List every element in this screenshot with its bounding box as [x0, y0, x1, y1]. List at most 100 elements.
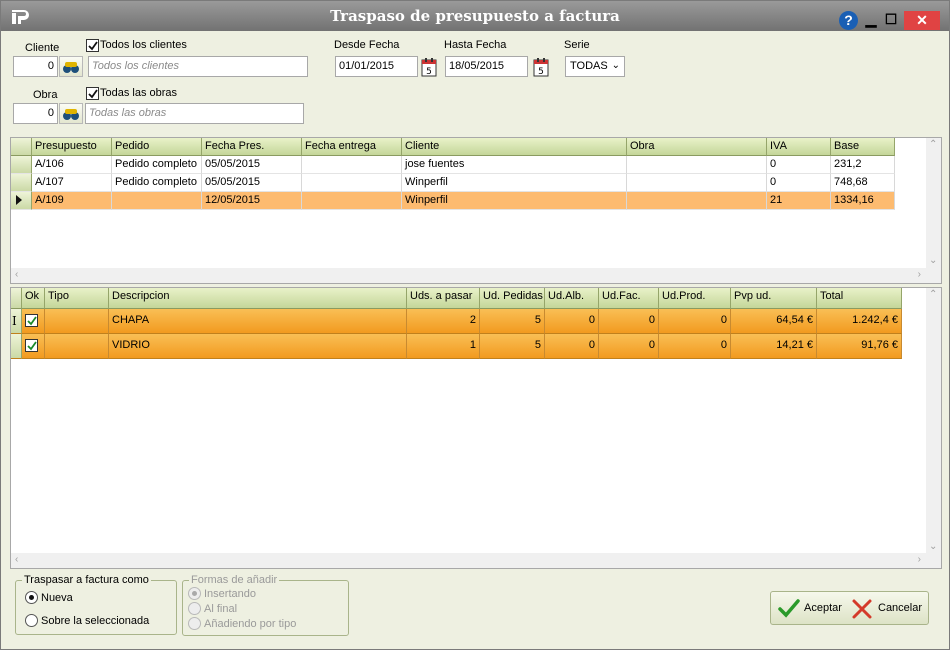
cell-presupuesto[interactable]: A/107 [32, 174, 112, 192]
help-icon[interactable]: ? [839, 11, 858, 30]
row-indicator[interactable]: I [11, 309, 22, 334]
cell-ud-prod[interactable]: 0 [659, 334, 731, 359]
cell-obra[interactable] [627, 156, 767, 174]
cell-fecha-pres[interactable]: 12/05/2015 [202, 192, 302, 210]
row-indicator[interactable] [11, 156, 32, 174]
col-header-base[interactable]: Base [831, 138, 895, 156]
cliente-name-input[interactable]: Todos los clientes [88, 56, 308, 77]
por-tipo-radio[interactable] [188, 617, 201, 630]
cell-tipo[interactable] [45, 309, 109, 334]
budgets-vertical-scrollbar[interactable]: ⌃ ⌄ [926, 138, 941, 268]
al-final-radio[interactable] [188, 602, 201, 615]
cancelar-button[interactable]: Cancelar [851, 597, 926, 621]
table-row[interactable]: I CHAPA 2 5 0 0 0 64,54 € 1.242,4 € [11, 309, 902, 334]
scroll-up-icon[interactable]: ⌃ [929, 289, 937, 300]
cell-ud-fac[interactable]: 0 [599, 334, 659, 359]
cliente-code-input[interactable]: 0 [13, 56, 58, 77]
cell-fecha-entrega[interactable] [302, 192, 402, 210]
cell-iva[interactable]: 0 [767, 174, 831, 192]
sobre-seleccionada-radio[interactable] [25, 614, 38, 627]
col-header-tipo[interactable]: Tipo [45, 288, 109, 309]
col-header-iva[interactable]: IVA [767, 138, 831, 156]
table-row[interactable]: A/107 Pedido completo 05/05/2015 Winperf… [11, 174, 895, 192]
maximize-icon[interactable]: ☐ [881, 10, 901, 28]
lines-grid[interactable]: Ok Tipo Descripcion Uds. a pasar Ud. Ped… [10, 287, 942, 569]
calendar-icon[interactable]: 5 [421, 57, 437, 77]
search-cliente-button[interactable] [59, 56, 83, 77]
todos-clientes-checkbox[interactable] [86, 39, 99, 52]
col-header-fecha-entrega[interactable]: Fecha entrega [302, 138, 402, 156]
col-header-pedido[interactable]: Pedido [112, 138, 202, 156]
col-header-ud-fac[interactable]: Ud.Fac. [599, 288, 659, 309]
cell-uds-pasar[interactable]: 2 [407, 309, 480, 334]
table-row-selected[interactable]: A/109 12/05/2015 Winperfil 21 1334,16 [11, 192, 895, 210]
col-header-obra[interactable]: Obra [627, 138, 767, 156]
cell-ud-pedidas[interactable]: 5 [480, 309, 545, 334]
cell-ud-pedidas[interactable]: 5 [480, 334, 545, 359]
col-header-presupuesto[interactable]: Presupuesto [32, 138, 112, 156]
cell-iva[interactable]: 21 [767, 192, 831, 210]
scroll-up-icon[interactable]: ⌃ [929, 139, 937, 150]
cell-pedido[interactable] [112, 192, 202, 210]
col-header-fecha-pres[interactable]: Fecha Pres. [202, 138, 302, 156]
obra-name-input[interactable]: Todas las obras [85, 103, 304, 124]
cell-obra[interactable] [627, 174, 767, 192]
cell-total[interactable]: 1.242,4 € [817, 309, 902, 334]
col-header-ok[interactable]: Ok [22, 288, 45, 309]
cell-ud-prod[interactable]: 0 [659, 309, 731, 334]
row-indicator[interactable] [11, 192, 32, 210]
cell-cliente[interactable]: Winperfil [402, 174, 627, 192]
scroll-down-icon[interactable]: ⌄ [929, 255, 937, 266]
hasta-fecha-input[interactable]: 18/05/2015 [445, 56, 528, 77]
lines-horizontal-scrollbar[interactable]: ‹ › [11, 553, 941, 568]
insertando-radio[interactable] [188, 587, 201, 600]
col-header-total[interactable]: Total [817, 288, 902, 309]
scroll-left-icon[interactable]: ‹ [15, 269, 18, 280]
cell-pvp[interactable]: 64,54 € [731, 309, 817, 334]
cell-descripcion[interactable]: CHAPA [109, 309, 407, 334]
cell-cliente[interactable]: jose fuentes [402, 156, 627, 174]
cell-pvp[interactable]: 14,21 € [731, 334, 817, 359]
serie-select[interactable]: TODAS ⌄ [565, 56, 625, 77]
obra-code-input[interactable]: 0 [13, 103, 58, 124]
cell-ok[interactable] [22, 334, 45, 359]
col-header-ud-pedidas[interactable]: Ud. Pedidas [480, 288, 545, 309]
lines-vertical-scrollbar[interactable]: ⌃ ⌄ [926, 288, 941, 554]
aceptar-button[interactable]: Aceptar [777, 597, 847, 621]
cell-fecha-entrega[interactable] [302, 156, 402, 174]
cell-fecha-pres[interactable]: 05/05/2015 [202, 174, 302, 192]
budgets-horizontal-scrollbar[interactable]: ‹ › [11, 268, 941, 283]
todas-obras-checkbox[interactable] [86, 87, 99, 100]
calendar-icon[interactable]: 5 [533, 57, 549, 77]
scroll-left-icon[interactable]: ‹ [15, 554, 18, 565]
cell-ud-alb[interactable]: 0 [545, 309, 599, 334]
scroll-right-icon[interactable]: › [918, 554, 921, 565]
scroll-down-icon[interactable]: ⌄ [929, 541, 937, 552]
ok-checkbox[interactable] [25, 314, 38, 327]
cell-fecha-pres[interactable]: 05/05/2015 [202, 156, 302, 174]
cell-base[interactable]: 231,2 [831, 156, 895, 174]
cell-ok[interactable] [22, 309, 45, 334]
col-header-descripcion[interactable]: Descripcion [109, 288, 407, 309]
cell-ud-alb[interactable]: 0 [545, 334, 599, 359]
close-icon[interactable]: ✕ [904, 11, 940, 30]
cell-descripcion[interactable]: VIDRIO [109, 334, 407, 359]
cell-obra[interactable] [627, 192, 767, 210]
cell-ud-fac[interactable]: 0 [599, 309, 659, 334]
cell-presupuesto[interactable]: A/109 [32, 192, 112, 210]
table-row[interactable]: A/106 Pedido completo 05/05/2015 jose fu… [11, 156, 895, 174]
cell-presupuesto[interactable]: A/106 [32, 156, 112, 174]
cell-base[interactable]: 748,68 [831, 174, 895, 192]
col-header-uds-pasar[interactable]: Uds. a pasar [407, 288, 480, 309]
cell-uds-pasar[interactable]: 1 [407, 334, 480, 359]
nueva-radio[interactable] [25, 591, 38, 604]
row-indicator[interactable] [11, 334, 22, 359]
row-indicator[interactable] [11, 174, 32, 192]
scroll-right-icon[interactable]: › [918, 269, 921, 280]
cell-pedido[interactable]: Pedido completo [112, 156, 202, 174]
col-header-ud-prod[interactable]: Ud.Prod. [659, 288, 731, 309]
table-row[interactable]: VIDRIO 1 5 0 0 0 14,21 € 91,76 € [11, 334, 902, 359]
col-header-ud-alb[interactable]: Ud.Alb. [545, 288, 599, 309]
cell-fecha-entrega[interactable] [302, 174, 402, 192]
desde-fecha-input[interactable]: 01/01/2015 [335, 56, 418, 77]
